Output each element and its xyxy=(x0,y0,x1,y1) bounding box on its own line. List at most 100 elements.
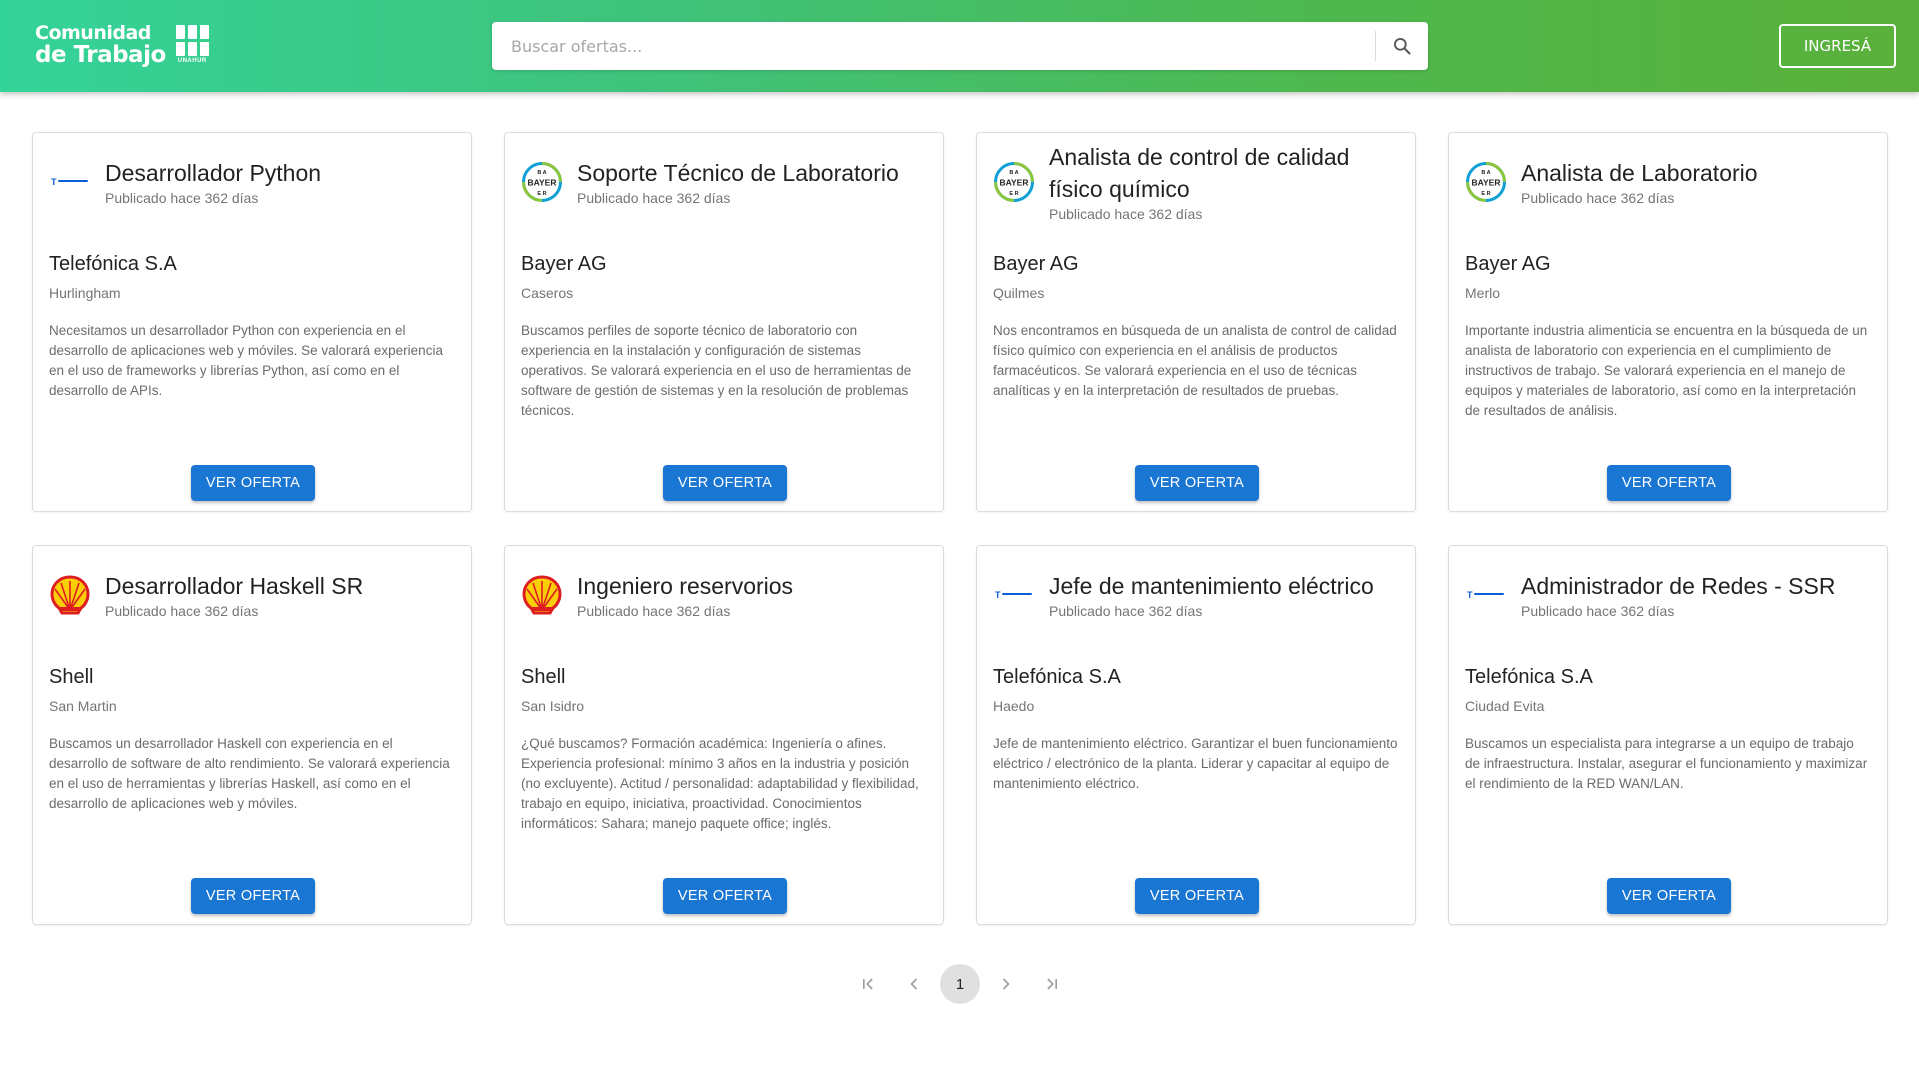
logo-text: Comunidad de Trabajo xyxy=(35,22,166,68)
svg-text:E R: E R xyxy=(1481,191,1490,197)
bayer-logo: BAYER B A E R xyxy=(521,161,563,203)
previous-page-button[interactable] xyxy=(894,964,934,1004)
telefonica-logo: T xyxy=(993,574,1035,616)
search-button[interactable] xyxy=(1376,22,1428,70)
offer-card: BAYER B A E R Analista de Laboratorio Publ… xyxy=(1448,132,1888,512)
shell-logo xyxy=(49,574,91,616)
chevron-left-icon xyxy=(910,978,918,990)
logo-line-1: Comunidad xyxy=(35,22,151,44)
offer-header: Desarrollador Haskell SR Publicado hace … xyxy=(105,570,451,619)
offer-description: Buscamos un especialista para integrarse… xyxy=(1465,736,1868,791)
search-icon xyxy=(1394,38,1411,55)
offers-grid: T Desarrollador Python Publicado hace 36… xyxy=(32,132,1889,925)
bayer-logo: BAYER B A E R xyxy=(993,161,1035,203)
offer-title: Desarrollador Haskell SR xyxy=(105,573,364,599)
svg-text:BAYER: BAYER xyxy=(1000,178,1029,188)
offer-title: Administrador de Redes - SSR xyxy=(1521,573,1836,599)
offer-location: Hurlingham xyxy=(49,285,121,301)
unahur-grid-icon xyxy=(175,24,209,56)
first-page-button[interactable] xyxy=(848,964,888,1004)
logo-subtitle: UNAHUR xyxy=(177,57,207,64)
offer-location: San Isidro xyxy=(521,698,585,714)
svg-text:B A: B A xyxy=(1481,170,1490,176)
last-page-icon xyxy=(1047,978,1057,990)
offer-published-date: Publicado hace 362 días xyxy=(577,603,731,619)
view-offer-button[interactable]: VER OFERTA xyxy=(1607,878,1731,914)
company-name: Bayer AG xyxy=(993,253,1079,275)
offer-title: Soporte Técnico de Laboratorio xyxy=(577,160,899,186)
next-page-button[interactable] xyxy=(986,964,1026,1004)
offer-card: Desarrollador Haskell SR Publicado hace … xyxy=(32,545,472,925)
svg-text:T: T xyxy=(51,177,57,187)
svg-text:T: T xyxy=(1467,590,1473,600)
offer-published-date: Publicado hace 362 días xyxy=(1049,603,1203,619)
offer-published-date: Publicado hace 362 días xyxy=(1521,190,1675,206)
offer-description: Jefe de mantenimiento eléctrico. Garanti… xyxy=(993,736,1398,791)
last-page-button[interactable] xyxy=(1032,964,1072,1004)
offer-card: T Administrador de Redes - SSR Publicado… xyxy=(1448,545,1888,925)
shell-logo xyxy=(521,574,563,616)
offer-description: Necesitamos un desarrollador Python con … xyxy=(49,323,443,398)
offer-location: Haedo xyxy=(993,698,1035,714)
bayer-logo: BAYER B A E R xyxy=(1465,161,1507,203)
offer-title: Analista de Laboratorio xyxy=(1521,160,1758,186)
offer-location: Caseros xyxy=(521,285,574,301)
offer-location: Ciudad Evita xyxy=(1465,698,1545,714)
view-offer-button[interactable]: VER OFERTA xyxy=(1607,465,1731,501)
company-name: Bayer AG xyxy=(1465,253,1551,275)
page-button-current[interactable]: 1 xyxy=(940,964,980,1004)
unahur-mark: UNAHUR xyxy=(175,24,209,64)
svg-text:BAYER: BAYER xyxy=(1472,178,1501,188)
offer-header: Soporte Técnico de Laboratorio Publicado… xyxy=(577,157,923,206)
offer-header: Ingeniero reservorios Publicado hace 362… xyxy=(577,570,923,619)
offer-card: T Desarrollador Python Publicado hace 36… xyxy=(32,132,472,512)
view-offer-button[interactable]: VER OFERTA xyxy=(1135,465,1259,501)
view-offer-button[interactable]: VER OFERTA xyxy=(663,878,787,914)
offer-card: T Jefe de mantenimiento eléctrico Public… xyxy=(976,545,1416,925)
svg-text:BAYER: BAYER xyxy=(528,178,557,188)
offer-description: Buscamos perfiles de soporte técnico de … xyxy=(521,323,912,418)
view-offer-button[interactable]: VER OFERTA xyxy=(663,465,787,501)
login-button[interactable]: INGRESÁ xyxy=(1779,24,1896,68)
offer-header: Analista de control de calidad físico qu… xyxy=(1049,141,1395,222)
telefonica-logo: T xyxy=(49,161,91,203)
offer-published-date: Publicado hace 362 días xyxy=(105,190,259,206)
offer-title: Analista de control de calidad físico qu… xyxy=(1049,144,1350,202)
company-name: Shell xyxy=(49,666,94,688)
company-name: Shell xyxy=(521,666,566,688)
app-header: Comunidad de Trabajo UNAHUR INGRESÁ xyxy=(0,0,1919,92)
chevron-right-icon xyxy=(1002,978,1010,990)
offer-header: Analista de Laboratorio Publicado hace 3… xyxy=(1521,157,1867,206)
logo-line-2: de Trabajo xyxy=(35,42,166,68)
site-logo[interactable]: Comunidad de Trabajo UNAHUR xyxy=(35,20,209,68)
offer-title: Ingeniero reservorios xyxy=(577,573,794,599)
search-input[interactable] xyxy=(492,22,1375,70)
offer-header: Administrador de Redes - SSR Publicado h… xyxy=(1521,570,1867,619)
offer-location: Merlo xyxy=(1465,285,1501,301)
svg-text:B A: B A xyxy=(1009,170,1018,176)
offer-title: Jefe de mantenimiento eléctrico xyxy=(1049,573,1374,599)
pagination: 1 xyxy=(848,964,1072,1004)
company-name: Bayer AG xyxy=(521,253,607,275)
view-offer-button[interactable]: VER OFERTA xyxy=(191,878,315,914)
offer-header: Jefe de mantenimiento eléctrico Publicad… xyxy=(1049,570,1395,619)
offer-card: Ingeniero reservorios Publicado hace 362… xyxy=(504,545,944,925)
offer-location: Quilmes xyxy=(993,285,1045,301)
view-offer-button[interactable]: VER OFERTA xyxy=(191,465,315,501)
company-name: Telefónica S.A xyxy=(49,253,177,275)
svg-text:E R: E R xyxy=(537,191,546,197)
search-bar xyxy=(492,22,1428,70)
svg-text:E R: E R xyxy=(1009,191,1018,197)
offer-description: Importante industria alimenticia se encu… xyxy=(1465,323,1868,418)
offer-published-date: Publicado hace 362 días xyxy=(1521,603,1675,619)
offer-title: Desarrollador Python xyxy=(105,160,322,186)
offer-description: Nos encontramos en búsqueda de un analis… xyxy=(993,323,1397,398)
offer-header: Desarrollador Python Publicado hace 362 … xyxy=(105,157,451,206)
company-name: Telefónica S.A xyxy=(993,666,1121,688)
offer-location: San Martin xyxy=(49,698,117,714)
telefonica-logo: T xyxy=(1465,574,1507,616)
offer-published-date: Publicado hace 362 días xyxy=(105,603,259,619)
view-offer-button[interactable]: VER OFERTA xyxy=(1135,878,1259,914)
offer-card: BAYER B A E R Analista de control de calid… xyxy=(976,132,1416,512)
offer-published-date: Publicado hace 362 días xyxy=(577,190,731,206)
